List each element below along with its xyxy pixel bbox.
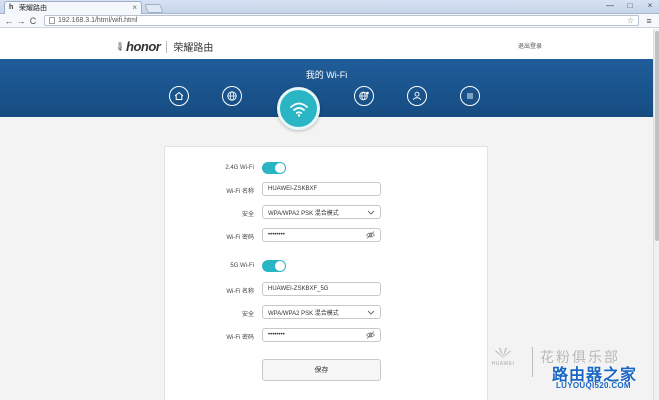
page-icon	[49, 17, 55, 24]
address-bar[interactable]: 192.168.3.1/html/wifi.html ☆	[44, 15, 639, 26]
globe-icon	[227, 91, 237, 101]
wifi24-password-label: Wi-Fi 密码	[226, 235, 254, 241]
nav-band: 我的 Wi-Fi	[0, 59, 653, 117]
wifi24-name-input[interactable]: HUAWEI-ZSKBXF	[262, 182, 381, 196]
logout-link[interactable]: 退出登录	[518, 41, 542, 50]
maximize-icon[interactable]: □	[625, 1, 635, 10]
honor-favicon-icon: h	[9, 4, 14, 11]
window-controls: — □ ×	[605, 1, 655, 10]
nav-home-icon[interactable]	[169, 86, 189, 106]
nav-wifi-active[interactable]	[277, 87, 320, 130]
browser-tab[interactable]: h 荣耀路由 ×	[4, 1, 142, 14]
wifi5-password-label: Wi-Fi 密码	[226, 335, 254, 341]
logo-mark: 荣耀	[118, 41, 122, 51]
wifi5-label: 5G Wi-Fi	[230, 263, 254, 269]
save-button[interactable]: 保存	[262, 359, 381, 381]
chevron-down-icon	[367, 210, 375, 215]
wifi24-password-input[interactable]: ••••••••	[262, 228, 381, 242]
page-title: 我的 Wi-Fi	[305, 70, 348, 80]
huawei-logo-icon	[495, 347, 511, 358]
nav-menu-icon[interactable]	[460, 86, 480, 106]
chevron-down-icon	[367, 310, 375, 315]
hide-password-icon[interactable]	[366, 231, 375, 239]
honor-logo[interactable]: 荣耀 honor 荣耀路由	[118, 39, 213, 54]
huawei-watermark: HUAWEI	[482, 345, 524, 367]
forward-arrow-icon[interactable]: →	[16, 16, 26, 26]
user-icon	[413, 91, 421, 101]
reload-icon[interactable]: C	[28, 16, 38, 26]
browser-menu-icon[interactable]: ≡	[643, 16, 655, 26]
tab-title: 荣耀路由	[19, 5, 47, 12]
bookmark-star-icon[interactable]: ☆	[627, 16, 634, 25]
wifi5-toggle[interactable]	[262, 260, 286, 272]
wifi24-password-value: ••••••••	[268, 232, 285, 238]
browser-toolbar: ← → C 192.168.3.1/html/wifi.html ☆ ≡	[0, 14, 659, 28]
wifi5-name-input[interactable]: HUAWEI-ZSKBXF_5G	[262, 282, 381, 296]
minimize-icon[interactable]: —	[605, 1, 615, 10]
wifi5-password-input[interactable]: ••••••••	[262, 328, 381, 342]
logo-divider	[166, 40, 168, 53]
huawei-watermark-text: HUAWEI	[491, 361, 515, 367]
logo-wordmark: honor	[126, 39, 161, 54]
wifi-icon	[289, 102, 308, 117]
page-scrollbar[interactable]	[653, 29, 659, 400]
wifi5-security-select[interactable]: WPA/WPA2 PSK 混合模式	[262, 305, 381, 319]
product-name: 荣耀路由	[173, 43, 214, 54]
wifi24-security-select[interactable]: WPA/WPA2 PSK 混合模式	[262, 205, 381, 219]
wifi24-label: 2.4G Wi-Fi	[225, 165, 254, 171]
browser-tabstrip: h 荣耀路由 × — □ ×	[0, 0, 659, 14]
wifi24-name-value: HUAWEI-ZSKBXF	[268, 186, 318, 192]
page-header: 荣耀 honor 荣耀路由 退出登录	[0, 29, 659, 59]
scrollbar-thumb[interactable]	[655, 31, 659, 241]
hide-password-icon[interactable]	[366, 331, 375, 339]
wifi24-name-label: Wi-Fi 名称	[226, 189, 254, 195]
nav-internet-icon[interactable]	[222, 86, 242, 106]
wifi5-security-value: WPA/WPA2 PSK 混合模式	[268, 310, 339, 317]
nav-more-internet-icon[interactable]	[354, 86, 374, 106]
wifi24-security-value: WPA/WPA2 PSK 混合模式	[268, 210, 339, 217]
site-url-watermark: LUYOUQI520.COM	[556, 381, 631, 390]
wifi5-name-label: Wi-Fi 名称	[226, 289, 254, 295]
window-close-icon[interactable]: ×	[645, 1, 655, 10]
wifi24-security-label: 安全	[241, 212, 254, 218]
menu-icon	[467, 93, 473, 99]
home-icon	[174, 91, 184, 100]
url-text: 192.168.3.1/html/wifi.html	[58, 17, 138, 24]
wifi5-password-value: ••••••••	[268, 332, 285, 338]
new-tab-button[interactable]	[144, 4, 164, 13]
nav-user-icon[interactable]	[407, 86, 427, 106]
back-arrow-icon[interactable]: ←	[4, 16, 14, 26]
wifi24-toggle[interactable]	[262, 162, 286, 174]
watermark-divider	[532, 347, 533, 377]
wifi5-name-value: HUAWEI-ZSKBXF_5G	[268, 286, 329, 292]
close-tab-icon[interactable]: ×	[132, 4, 137, 12]
wifi5-security-label: 安全	[241, 312, 254, 318]
internet-settings-icon	[359, 91, 369, 101]
